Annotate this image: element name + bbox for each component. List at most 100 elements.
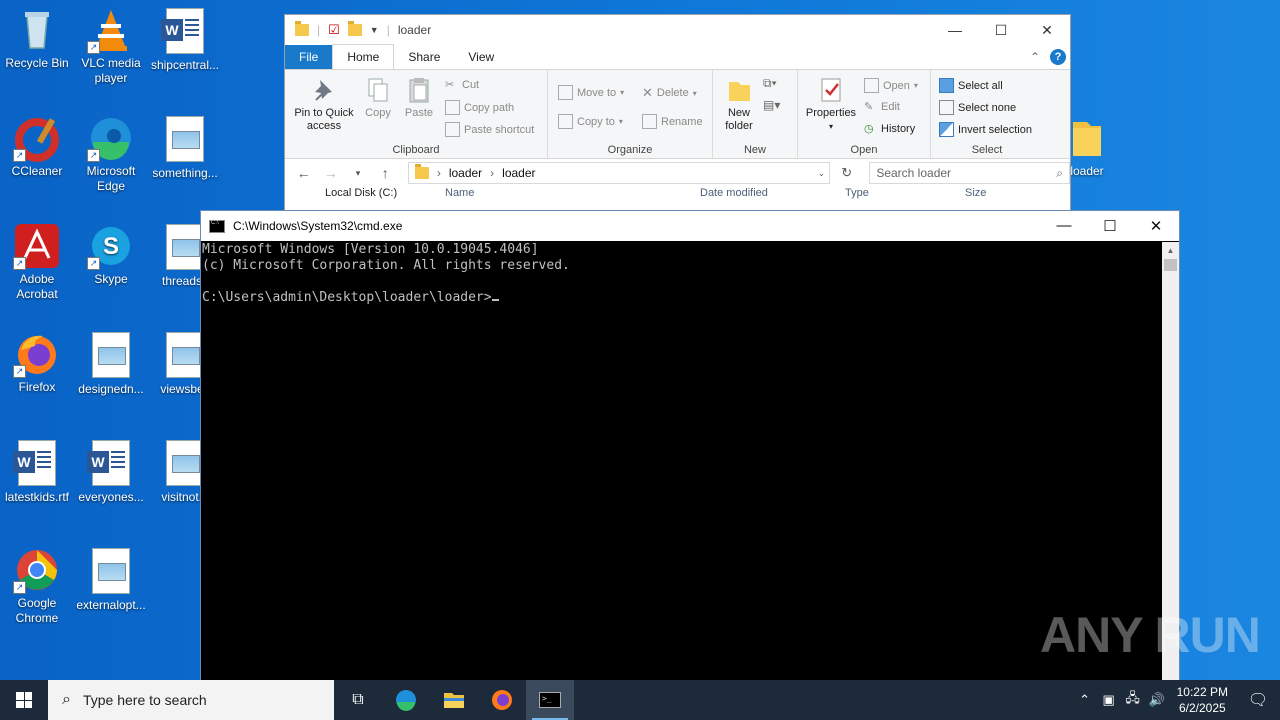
maximize-button[interactable]: ☐ — [978, 22, 1024, 39]
recent-locations-icon[interactable]: ▾ — [347, 168, 368, 179]
paste-shortcut-icon — [445, 122, 460, 137]
desktop-icon-recycle-bin[interactable]: Recycle Bin — [0, 6, 74, 71]
column-type[interactable]: Type — [845, 187, 965, 203]
search-box[interactable]: Search loader ⌕ — [869, 162, 1071, 184]
select-all-button[interactable]: Select all — [939, 78, 1003, 93]
desktop-icon-designedn[interactable]: designedn... — [74, 330, 148, 397]
nav-tree-item[interactable]: Local Disk (C:) — [325, 187, 445, 203]
back-arrow-icon[interactable]: ← — [293, 165, 314, 181]
desktop-icon-shipcentral[interactable]: W shipcentral... — [148, 6, 222, 73]
close-button[interactable]: ✕ — [1024, 22, 1070, 39]
history-button[interactable]: ◷ History — [864, 122, 915, 136]
notification-icon[interactable]: 🗨 — [1236, 690, 1280, 710]
cut-button[interactable]: ✂ Cut — [445, 78, 479, 92]
desktop-icon-label: latestkids.rtf — [4, 490, 70, 504]
copy-to-button[interactable]: Copy to ▾ — [558, 114, 623, 129]
desktop-icon-acrobat[interactable]: ↗ Adobe Acrobat — [0, 222, 74, 302]
edge-icon — [396, 690, 416, 711]
column-date-modified[interactable]: Date modified — [700, 187, 845, 203]
scroll-up-icon[interactable]: ▲ — [1162, 242, 1179, 259]
desktop-icon-something[interactable]: something... — [148, 114, 222, 181]
invert-selection-icon — [939, 122, 954, 137]
start-button[interactable] — [0, 680, 48, 720]
pin-quick-access-button[interactable]: Pin to Quick access — [289, 76, 359, 133]
maximize-button[interactable]: ☐ — [1087, 217, 1133, 235]
volume-icon[interactable]: 🔊 — [1145, 692, 1169, 708]
cmd-titlebar[interactable]: C:\Windows\System32\cmd.exe — ☐ ✕ — [201, 211, 1179, 241]
address-bar[interactable]: › loader › loader ⌄ — [407, 162, 831, 184]
column-size[interactable]: Size — [965, 187, 986, 203]
ribbon: Pin to Quick access Copy Paste ✂ Cut Copy… — [285, 69, 1070, 159]
close-button[interactable]: ✕ — [1133, 217, 1179, 235]
network-icon[interactable]: 🖧 — [1121, 689, 1145, 711]
easy-access-icon[interactable]: ▤▾ — [763, 98, 780, 112]
copy-path-button[interactable]: Copy path — [445, 100, 514, 115]
desktop-icon-edge[interactable]: ↗ Microsoft Edge — [74, 114, 148, 194]
collapse-ribbon-icon[interactable]: ⌃ — [1030, 50, 1040, 64]
show-hidden-icons-icon[interactable]: ⌃ — [1073, 692, 1097, 708]
desktop-icon-ccleaner[interactable]: ↗ CCleaner — [0, 114, 74, 179]
chevron-down-icon[interactable]: ▼ — [370, 25, 379, 35]
word-doc-icon: W — [87, 440, 130, 486]
desktop-icon-everyones[interactable]: W everyones... — [74, 438, 148, 505]
desktop-icon-skype[interactable]: S ↗ Skype — [74, 222, 148, 287]
shortcut-arrow-icon: ↗ — [87, 41, 100, 54]
select-none-icon — [939, 100, 954, 115]
open-group: Properties ▾ Open ▾ ✎ Edit ◷ History Open — [798, 70, 931, 158]
taskbar-file-explorer[interactable] — [430, 680, 478, 720]
firefox-icon: ↗ — [13, 330, 61, 378]
tab-share[interactable]: Share — [394, 45, 454, 69]
meet-now-icon[interactable]: ▣ — [1097, 692, 1121, 708]
help-icon[interactable]: ? — [1050, 49, 1066, 65]
taskbar-search[interactable]: ⌕ Type here to search — [48, 680, 334, 720]
copy-button[interactable]: Copy — [361, 76, 395, 120]
desktop-icon-latestkids[interactable]: W latestkids.rtf — [0, 438, 74, 505]
new-item-icon[interactable]: ⧉▾ — [763, 76, 777, 91]
select-none-button[interactable]: Select none — [939, 100, 1016, 115]
up-arrow-icon[interactable]: ↑ — [375, 165, 396, 181]
desktop-icon-chrome[interactable]: ↗ Google Chrome — [0, 546, 74, 626]
pin-icon — [310, 76, 338, 104]
cmd-title: C:\Windows\System32\cmd.exe — [233, 219, 403, 233]
invert-selection-button[interactable]: Invert selection — [939, 122, 1032, 137]
tab-file[interactable]: File — [285, 45, 333, 69]
clock[interactable]: 10:22 PM 6/2/2025 — [1169, 684, 1236, 716]
forward-arrow-icon[interactable]: → — [320, 165, 341, 181]
file-explorer-window[interactable]: | ☑ ▼ | loader — ☐ ✕ File Home Share Vie… — [284, 14, 1071, 216]
image-file-icon — [166, 224, 204, 270]
taskbar-firefox[interactable] — [478, 680, 526, 720]
properties-button[interactable]: Properties ▾ — [800, 76, 862, 133]
desktop-icon-externalopt[interactable]: externalopt... — [74, 546, 148, 613]
edit-button[interactable]: ✎ Edit — [864, 100, 900, 114]
breadcrumb-loader[interactable]: loader — [449, 166, 482, 180]
breadcrumb-loader-current[interactable]: loader — [502, 166, 535, 180]
move-to-button[interactable]: Move to ▾ — [558, 85, 624, 100]
explorer-titlebar[interactable]: | ☑ ▼ | loader — ☐ ✕ — [285, 15, 1070, 45]
cmd-window[interactable]: C:\Windows\System32\cmd.exe — ☐ ✕ Micros… — [200, 210, 1180, 684]
column-name[interactable]: Name — [445, 187, 700, 203]
task-view-button[interactable]: ⧉ — [334, 680, 382, 720]
minimize-button[interactable]: — — [1041, 217, 1087, 235]
properties-check-icon[interactable]: ☑ — [328, 22, 340, 38]
clock-date: 6/2/2025 — [1178, 701, 1226, 715]
minimize-button[interactable]: — — [932, 22, 978, 39]
open-button[interactable]: Open ▾ — [864, 78, 918, 93]
desktop-icon-vlc[interactable]: ↗ VLC media player — [74, 6, 148, 86]
tab-home[interactable]: Home — [332, 44, 395, 69]
refresh-icon[interactable]: ↻ — [836, 165, 857, 181]
paste-button[interactable]: Paste — [401, 76, 437, 120]
rename-button[interactable]: Rename — [642, 114, 703, 129]
scissors-icon: ✂ — [445, 79, 455, 91]
paste-shortcut-button[interactable]: Paste shortcut — [445, 122, 534, 137]
tab-view[interactable]: View — [454, 45, 508, 69]
desktop-icon-firefox[interactable]: ↗ Firefox — [0, 330, 74, 395]
scrollbar-thumb[interactable] — [1164, 259, 1177, 271]
taskbar-edge[interactable] — [382, 680, 430, 720]
edit-icon: ✎ — [864, 101, 874, 113]
new-folder-button[interactable]: New folder — [717, 76, 761, 133]
address-dropdown-icon[interactable]: ⌄ — [818, 168, 830, 179]
delete-button[interactable]: ✕ Delete ▾ — [642, 85, 697, 101]
taskbar-cmd[interactable]: >_ — [526, 680, 574, 720]
console-output[interactable]: Microsoft Windows [Version 10.0.19045.40… — [201, 242, 1162, 683]
new-folder-icon[interactable] — [347, 21, 362, 36]
